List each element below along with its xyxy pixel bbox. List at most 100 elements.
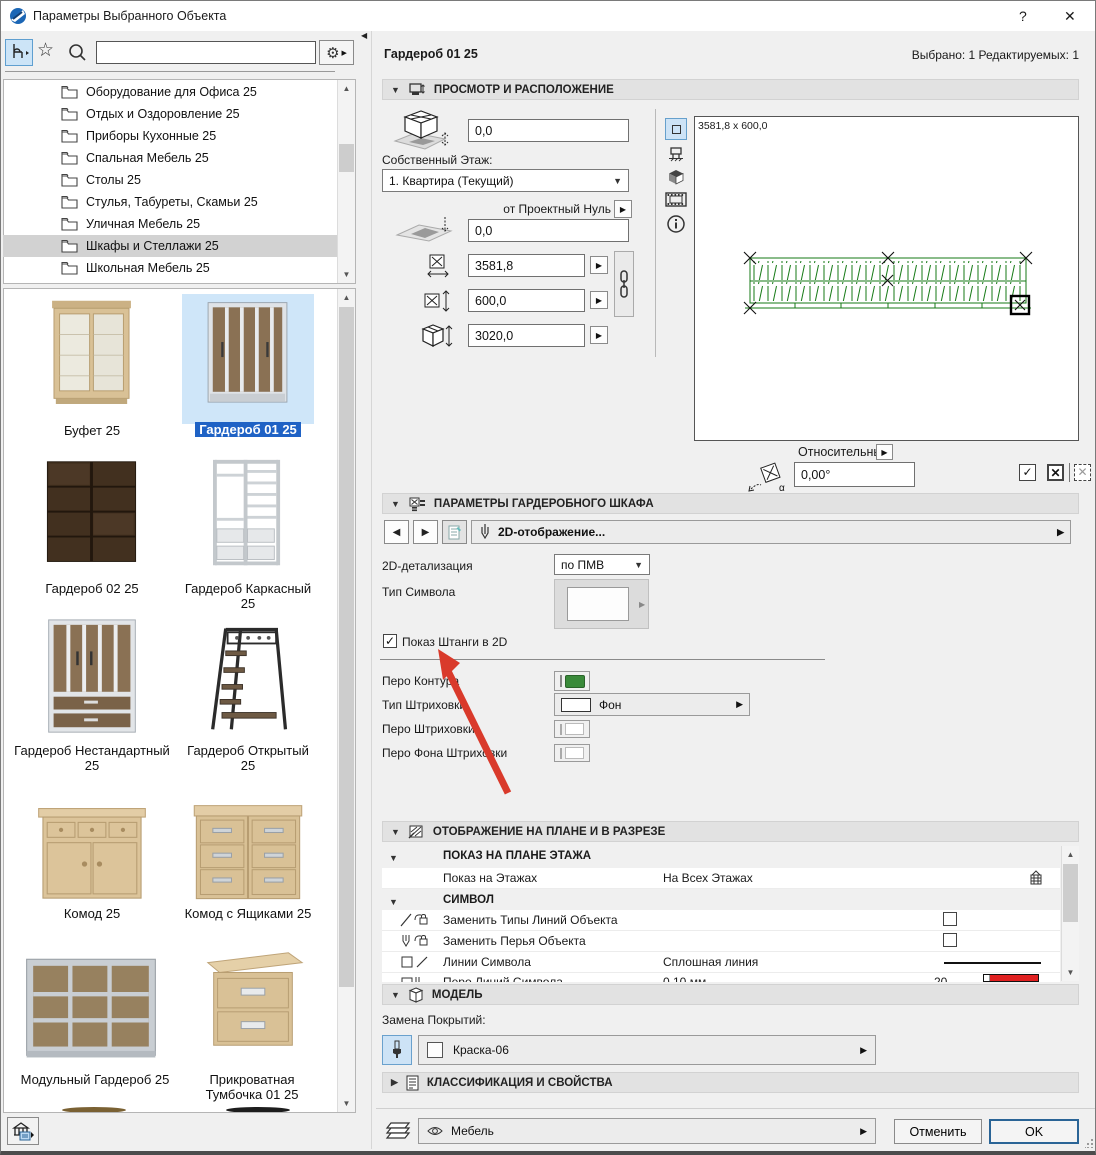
tree-item[interactable]: Спальная Мебель 25 xyxy=(3,147,337,169)
tree-scrollbar[interactable]: ▲ ▼ xyxy=(337,80,355,283)
thumbnail-item[interactable] xyxy=(190,452,305,577)
preview-canvas[interactable]: 3581,8 x 600,0 xyxy=(694,116,1079,441)
tree-item[interactable]: Отдых и Оздоровление 25 xyxy=(3,103,337,125)
table-row[interactable]: Показ на Этажах На Всех Этажах xyxy=(382,868,1060,889)
thumb-scroll-up[interactable]: ▲ xyxy=(338,289,355,306)
thumb-scroll-thumb[interactable] xyxy=(339,307,354,987)
section-header-model[interactable]: ▼ МОДЕЛЬ xyxy=(382,984,1079,1005)
surface-dropdown[interactable]: Краска-06 ▶ xyxy=(418,1035,876,1065)
preview-2d-button[interactable] xyxy=(665,118,687,140)
fill-bg-pen-button[interactable] xyxy=(554,744,590,762)
pen-page-icon xyxy=(481,524,489,540)
fill-type-dropdown[interactable]: Фон ▶ xyxy=(554,693,750,716)
group-collapse-icon[interactable]: ▼ xyxy=(389,853,398,863)
ok-button[interactable]: OK xyxy=(989,1119,1079,1144)
detail-level-select[interactable]: по ПМВ ▼ xyxy=(554,554,650,575)
group-collapse-icon[interactable]: ▼ xyxy=(389,897,398,907)
object-type-button[interactable] xyxy=(5,39,33,66)
width-input[interactable] xyxy=(468,254,585,277)
thumbnail-partial xyxy=(226,1107,290,1112)
ghost-checkbox[interactable]: ✕ xyxy=(1074,464,1091,481)
row-checkbox[interactable] xyxy=(943,933,957,947)
close-button[interactable]: ✕ xyxy=(1064,8,1076,25)
row-checkbox[interactable] xyxy=(943,912,957,926)
settings-button[interactable]: ⚙ ▶ xyxy=(319,40,354,65)
thumbnail-item[interactable] xyxy=(28,789,156,907)
table-scroll-down[interactable]: ▼ xyxy=(1062,964,1079,981)
relative-flyout[interactable]: ▶ xyxy=(876,444,893,460)
show-rod-checkbox[interactable]: ✓ xyxy=(383,634,397,648)
tree-item[interactable]: Стулья, Табуреты, Скамьи 25 xyxy=(3,191,337,213)
rotation-angle-icon: α xyxy=(748,462,785,494)
preview-section-view-button[interactable] xyxy=(667,145,685,163)
page-selector-bar[interactable]: 2D-отображение... ▶ xyxy=(471,520,1071,544)
search-input[interactable] xyxy=(96,41,316,64)
table-scrollbar[interactable]: ▲ ▼ xyxy=(1061,846,1079,981)
section-header-classification[interactable]: ▶ КЛАССИФИКАЦИЯ И СВОЙСТВА xyxy=(382,1072,1079,1093)
thumbnail-label: Прикроватная Тумбочка 01 25 xyxy=(205,1072,299,1102)
section-header-parameters[interactable]: ▼ ПАРАМЕТРЫ ГАРДЕРОБНОГО ШКАФА xyxy=(382,493,1079,514)
tree-item[interactable]: Оборудование для Офиса 25 xyxy=(3,81,337,103)
flip-checkbox[interactable]: ✕ xyxy=(1047,464,1064,481)
page-list-button[interactable] xyxy=(442,520,467,544)
depth-input[interactable] xyxy=(468,289,585,312)
tree-item[interactable]: Шкафы и Стеллажи 25 xyxy=(3,235,337,257)
thumb-scroll-down[interactable]: ▼ xyxy=(338,1095,355,1112)
table-row-clipped[interactable]: Перо Линий Символа 0.10 мм 20 xyxy=(382,973,1060,982)
preview-info-button[interactable] xyxy=(666,214,686,234)
panel-splitter[interactable] xyxy=(371,31,372,1149)
section-header-preview[interactable]: ▼ ПРОСМОТР И РАСПОЛОЖЕНИЕ xyxy=(382,79,1079,100)
contour-pen-button[interactable] xyxy=(554,671,590,691)
page-next-button[interactable]: ▶ xyxy=(413,520,438,544)
library-manager-button[interactable] xyxy=(7,1117,39,1145)
elevation-bottom-input[interactable] xyxy=(468,219,629,242)
tree-scroll-down[interactable]: ▼ xyxy=(338,266,355,283)
thumbnail-item[interactable] xyxy=(28,614,156,742)
mirror-checkbox-checked[interactable]: ✓ xyxy=(1019,464,1036,481)
pen-color-button[interactable] xyxy=(983,974,1039,982)
thumbnail-scrollbar[interactable]: ▲ ▼ xyxy=(337,289,355,1112)
depth-flyout[interactable]: ▶ xyxy=(590,291,608,309)
tree-item[interactable]: Школьная Мебель 25 xyxy=(3,257,337,279)
symbol-type-preview[interactable]: ▶ xyxy=(554,579,649,629)
tree-item[interactable]: Уличная Мебель 25 xyxy=(3,213,337,235)
thumbnail-item-selected[interactable] xyxy=(190,297,305,419)
tree-scroll-up[interactable]: ▲ xyxy=(338,80,355,97)
preview-animation-button[interactable] xyxy=(665,191,687,208)
search-icon[interactable] xyxy=(68,43,87,62)
rotation-angle-input[interactable] xyxy=(794,462,915,487)
surface-value: Краска-06 xyxy=(453,1043,509,1057)
table-row[interactable]: Заменить Перья Объекта xyxy=(382,931,1060,952)
layer-dropdown[interactable]: Мебель ▶ xyxy=(418,1118,876,1144)
reference-level-flyout[interactable]: ▶ xyxy=(614,200,632,218)
model-height-input[interactable] xyxy=(468,324,585,347)
table-row[interactable]: Заменить Типы Линий Объекта xyxy=(382,910,1060,931)
thumbnail-item[interactable] xyxy=(34,297,149,419)
table-row[interactable]: Линии Символа Сплошная линия xyxy=(382,952,1060,973)
page-prev-button[interactable]: ◀ xyxy=(384,520,409,544)
table-scroll-up[interactable]: ▲ xyxy=(1062,846,1079,863)
thumbnail-item[interactable] xyxy=(194,614,306,742)
table-scroll-thumb[interactable] xyxy=(1063,864,1078,922)
tree-item[interactable]: Столы 25 xyxy=(3,169,337,191)
elevation-top-input[interactable] xyxy=(468,119,629,142)
preview-3d-button[interactable] xyxy=(667,168,685,186)
section-header-plan-display[interactable]: ▼ ОТОБРАЖЕНИЕ НА ПЛАНЕ И В РАЗРЕЗЕ xyxy=(382,821,1079,842)
link-dimensions-button[interactable] xyxy=(614,251,634,317)
height-flyout[interactable]: ▶ xyxy=(590,326,608,344)
thumbnail-item[interactable] xyxy=(20,944,162,1064)
tree-scroll-thumb[interactable] xyxy=(339,144,354,172)
cancel-button[interactable]: Отменить xyxy=(894,1119,982,1144)
home-story-select[interactable]: 1. Квартира (Текущий) ▼ xyxy=(382,169,629,192)
fill-pen-button[interactable] xyxy=(554,720,590,738)
thumbnail-item[interactable] xyxy=(186,789,310,907)
thumbnail-item[interactable] xyxy=(194,937,312,1065)
paint-button[interactable] xyxy=(382,1035,412,1065)
help-button[interactable]: ? xyxy=(1019,8,1027,24)
thumbnail-item[interactable] xyxy=(34,452,149,577)
resize-grip[interactable] xyxy=(1085,1139,1094,1148)
width-flyout[interactable]: ▶ xyxy=(590,256,608,274)
favorites-star-button[interactable]: ☆ xyxy=(37,39,54,62)
tree-item[interactable]: Приборы Кухонные 25 xyxy=(3,125,337,147)
panel-collapse-arrow[interactable]: ◀ xyxy=(361,31,367,40)
